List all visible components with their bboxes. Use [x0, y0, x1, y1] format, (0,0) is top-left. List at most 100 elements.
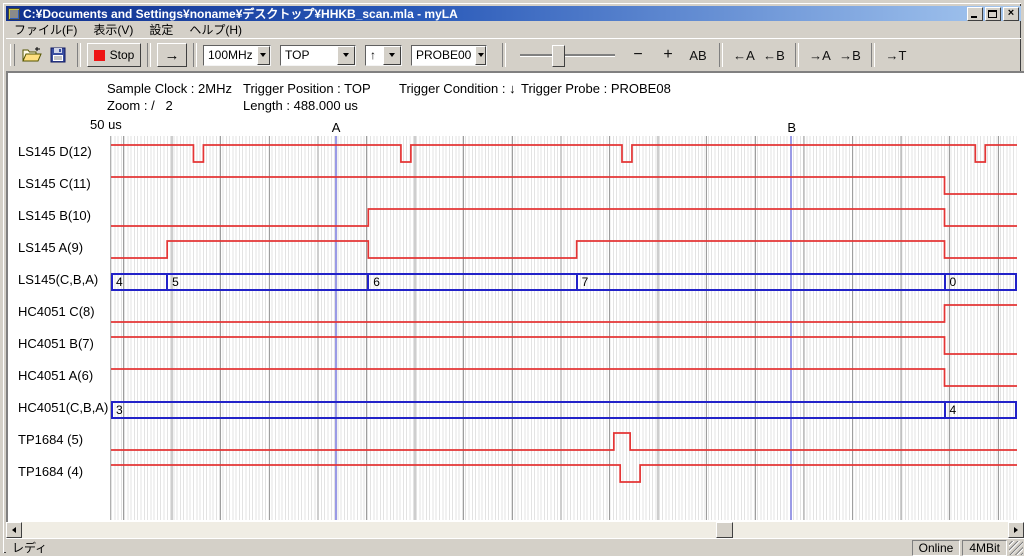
title-bar: C:¥Documents and Settings¥noname¥デスクトップ¥… [6, 6, 1021, 21]
sample-clock-value: 100MHz [204, 46, 257, 65]
toolbar-separator [719, 43, 723, 67]
run-button[interactable]: → [157, 43, 187, 67]
goto-trigger-button[interactable]: →T [881, 43, 911, 67]
status-memory-badge: 4MBit [962, 540, 1007, 556]
zoom-out-button[interactable]: − [623, 43, 653, 67]
bus-value: 4 [950, 403, 957, 417]
channel-waveform-row [111, 234, 1017, 266]
channel-waveform-row [111, 298, 1017, 330]
toolbar-separator [77, 43, 81, 67]
chevron-down-icon[interactable] [475, 46, 486, 65]
channel-waveform-row: 45670 [111, 266, 1017, 298]
goto-marker-a-right-button[interactable]: →A [805, 43, 835, 67]
save-floppy-icon [50, 47, 66, 63]
stop-icon [94, 50, 105, 61]
zoom-slider-thumb[interactable] [552, 45, 565, 67]
menu-settings[interactable]: 設定 [141, 20, 181, 39]
goto-marker-a-left-button[interactable]: ←A [729, 43, 759, 67]
goto-marker-b-right-button[interactable]: →B [835, 43, 865, 67]
bus-segment-boundary [166, 273, 168, 291]
zoom-in-button[interactable]: + [653, 43, 683, 67]
menu-file[interactable]: ファイル(F) [6, 20, 85, 39]
save-button[interactable] [45, 43, 71, 67]
run-arrow-icon: → [165, 47, 180, 64]
trigger-probe-value: PROBE00 [412, 46, 475, 65]
bus-segment-boundary [576, 273, 578, 291]
status-ready-text: レディ [6, 539, 912, 556]
marker-label-b: B [787, 120, 796, 135]
bus-segment-boundary [944, 401, 946, 419]
marker-label-a: A [332, 120, 341, 135]
channel-waveform-row [111, 330, 1017, 362]
channel-waveform-row [111, 170, 1017, 202]
length-info: Length : 488.000 us [243, 98, 358, 113]
channel-waveform-row: 34 [111, 394, 1017, 426]
trigger-edge-select[interactable]: ↑ [365, 45, 402, 66]
horizontal-scrollbar[interactable] [6, 522, 1024, 538]
zoom-slider[interactable] [520, 43, 615, 67]
bus-segment-boundary [944, 273, 946, 291]
toolbar-separator [147, 43, 151, 67]
status-bar: レディ Online 4MBit [6, 538, 1024, 556]
maximize-button[interactable] [985, 7, 1001, 21]
goto-marker-b-left-button[interactable]: ←B [759, 43, 789, 67]
bus-value: 4 [116, 275, 123, 289]
menu-bar: ファイル(F) 表示(V) 設定 ヘルプ(H) [6, 21, 1021, 38]
scrollbar-thumb[interactable] [716, 522, 733, 538]
ab-span-button[interactable]: AB [683, 43, 713, 67]
channel-label: HC4051 A(6) [18, 360, 93, 392]
trigger-probe-info: Trigger Probe : PROBE08 [521, 81, 671, 96]
channel-waveform-row [111, 138, 1017, 170]
arrow-right-icon [1014, 527, 1018, 533]
bus-box [111, 401, 1017, 419]
trigger-edge-value: ↑ [366, 46, 383, 65]
chevron-down-icon[interactable] [257, 46, 270, 65]
sample-clock-select[interactable]: 100MHz [203, 45, 271, 66]
sample-clock-info: Sample Clock : 2MHz [107, 81, 232, 96]
toolbar-separator [871, 43, 875, 67]
channel-label: HC4051 B(7) [18, 328, 94, 360]
channel-waveform-row [111, 458, 1017, 490]
channel-label-gutter: LS145 D(12)LS145 C(11)LS145 B(10)LS145 A… [8, 136, 110, 520]
channel-label: HC4051 C(8) [18, 296, 95, 328]
bus-value: 5 [172, 275, 179, 289]
zoom-info: Zoom : / 2 [107, 98, 173, 113]
stop-button[interactable]: Stop [87, 43, 141, 67]
channel-label: HC4051(C,B,A) [18, 392, 108, 424]
bus-box [111, 273, 1017, 291]
bus-value: 0 [950, 275, 957, 289]
toolbar-separator [502, 43, 506, 67]
waveform-client-area: Sample Clock : 2MHz Trigger Position : T… [6, 71, 1024, 522]
open-file-button[interactable] [19, 43, 45, 67]
waveform-plot[interactable]: AB4567034 [110, 136, 1017, 520]
open-folder-icon [22, 47, 42, 63]
menu-view[interactable]: 表示(V) [85, 20, 141, 39]
resize-grip[interactable] [1009, 541, 1023, 555]
trigger-probe-select[interactable]: PROBE00 [411, 45, 487, 66]
chevron-down-icon[interactable] [383, 46, 401, 65]
app-window: C:¥Documents and Settings¥noname¥デスクトップ¥… [0, 0, 1024, 556]
channel-label: TP1684 (5) [18, 424, 83, 456]
bus-segment-boundary [367, 273, 369, 291]
chevron-down-icon[interactable] [337, 46, 355, 65]
status-online-badge: Online [912, 540, 961, 556]
menu-help[interactable]: ヘルプ(H) [181, 20, 250, 39]
app-icon [8, 8, 20, 20]
timebase-label: 50 us [90, 117, 122, 132]
toolbar-separator [795, 43, 799, 67]
channel-label: LS145 B(10) [18, 200, 91, 232]
toolbar-grip[interactable] [10, 44, 15, 66]
scroll-left-button[interactable] [6, 522, 22, 538]
scroll-right-button[interactable] [1008, 522, 1024, 538]
channel-waveform-row [111, 426, 1017, 458]
arrow-left-icon [12, 527, 16, 533]
zoom-slider-track [520, 54, 615, 56]
bus-value: 6 [373, 275, 380, 289]
trigger-condition-info: Trigger Condition : ↓ [399, 81, 516, 96]
minimize-button[interactable] [967, 7, 983, 21]
toolbar-separator [193, 43, 197, 67]
close-button[interactable]: × [1003, 7, 1019, 21]
trigger-position-select[interactable]: TOP [280, 45, 356, 66]
channel-label: TP1684 (4) [18, 456, 83, 488]
trigger-position-info: Trigger Position : TOP [243, 81, 371, 96]
